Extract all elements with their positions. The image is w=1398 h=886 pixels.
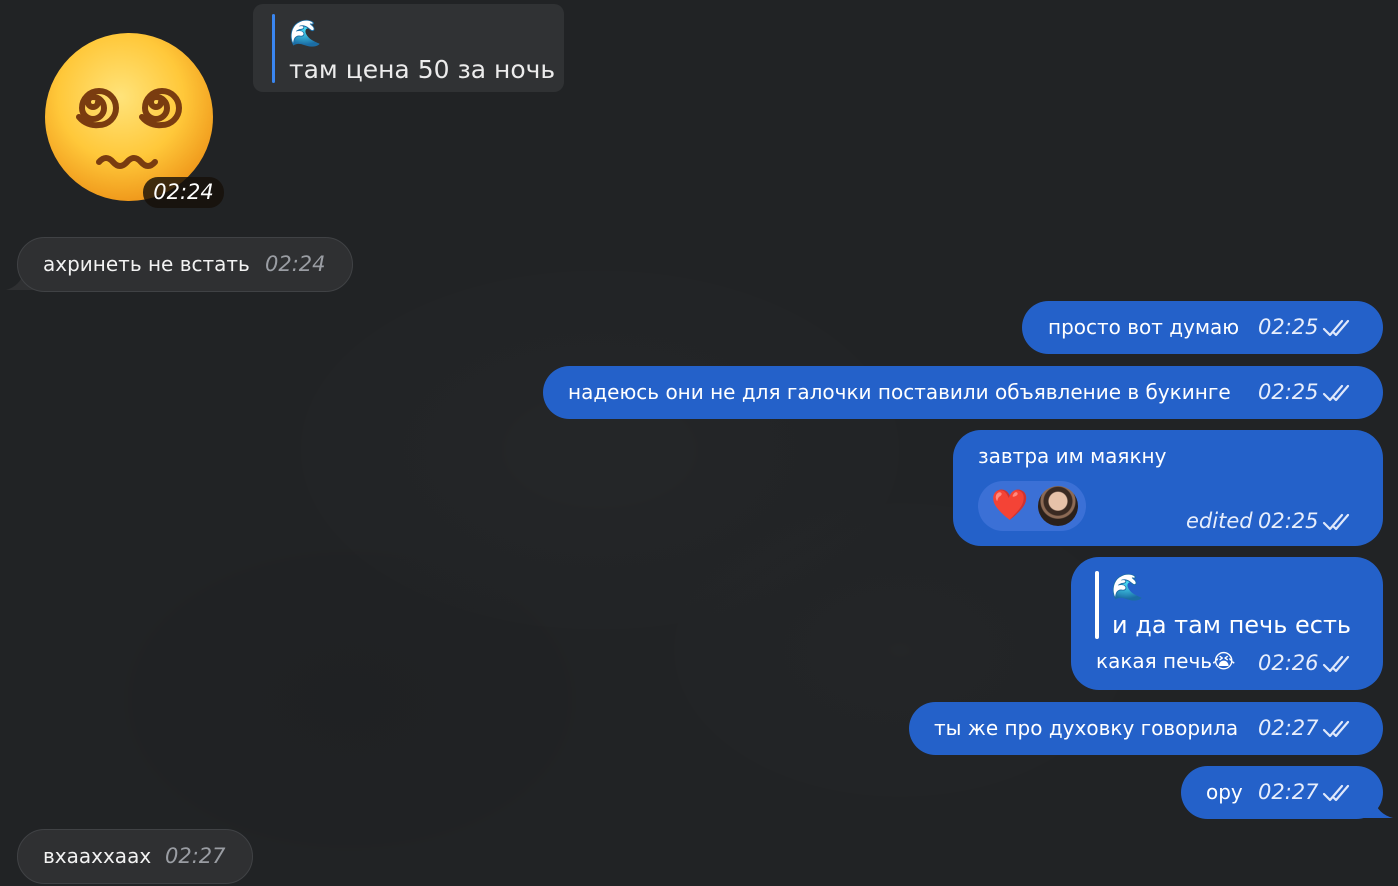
message-time: 02:25 bbox=[1258, 315, 1319, 339]
incoming-message[interactable]: ахринеть не встать 02:24 bbox=[17, 237, 353, 292]
double-check-icon bbox=[1322, 513, 1350, 531]
double-check-icon bbox=[1322, 720, 1350, 738]
double-check-icon bbox=[1322, 655, 1350, 673]
reaction-chip[interactable]: ❤️ bbox=[978, 481, 1086, 531]
message-time: 02:25 bbox=[1258, 509, 1319, 533]
message-text: надеюсь они не для галочки поставили объ… bbox=[568, 380, 1231, 404]
outgoing-message[interactable]: завтра им маякну ❤️ edited 02:25 bbox=[953, 430, 1383, 546]
message-text: ахринеть не встать bbox=[43, 252, 250, 276]
message-time: 02:27 bbox=[165, 844, 226, 868]
message-time: 02:24 bbox=[265, 252, 326, 276]
message-time: 02:27 bbox=[1258, 716, 1319, 740]
double-check-icon bbox=[1322, 784, 1350, 802]
message-text: какая печь😭 bbox=[1096, 649, 1236, 673]
outgoing-message[interactable]: 🌊 и да там печь есть какая печь😭 02:26 bbox=[1071, 557, 1383, 690]
message-text: вхааххаах bbox=[43, 844, 152, 868]
sticker-time: 02:24 bbox=[143, 177, 224, 208]
message-time: 02:26 bbox=[1258, 651, 1319, 675]
message-text: просто вот думаю bbox=[1048, 315, 1240, 339]
double-check-icon bbox=[1322, 384, 1350, 402]
outgoing-message[interactable]: надеюсь они не для галочки поставили объ… bbox=[543, 366, 1383, 419]
wave-emoji: 🌊 bbox=[289, 19, 322, 49]
message-text: завтра им маякну bbox=[978, 444, 1167, 468]
incoming-message[interactable]: вхааххаах 02:27 bbox=[17, 829, 253, 884]
double-check-icon bbox=[1322, 319, 1350, 337]
outgoing-message[interactable]: ты же про духовку говорила 02:27 bbox=[909, 702, 1383, 755]
quote-bar bbox=[1095, 571, 1099, 639]
heart-icon: ❤️ bbox=[991, 488, 1029, 523]
message-time: 02:27 bbox=[1258, 780, 1319, 804]
message-time: 02:25 bbox=[1258, 380, 1319, 404]
user-avatar bbox=[1038, 486, 1078, 526]
quote-text: и да там печь есть bbox=[1112, 611, 1352, 639]
message-text: ору bbox=[1206, 780, 1243, 804]
message-text: ты же про духовку говорила bbox=[934, 716, 1239, 740]
quote-bar bbox=[272, 14, 275, 83]
outgoing-message[interactable]: просто вот думаю 02:25 bbox=[1022, 301, 1383, 354]
forwarded-quote[interactable]: 🌊 там цена 50 за ночь bbox=[253, 4, 564, 92]
quote-text: там цена 50 за ночь bbox=[289, 55, 556, 84]
wave-emoji: 🌊 bbox=[1111, 573, 1144, 603]
edited-label: edited bbox=[1186, 509, 1253, 533]
outgoing-message[interactable]: ору 02:27 bbox=[1181, 766, 1383, 819]
